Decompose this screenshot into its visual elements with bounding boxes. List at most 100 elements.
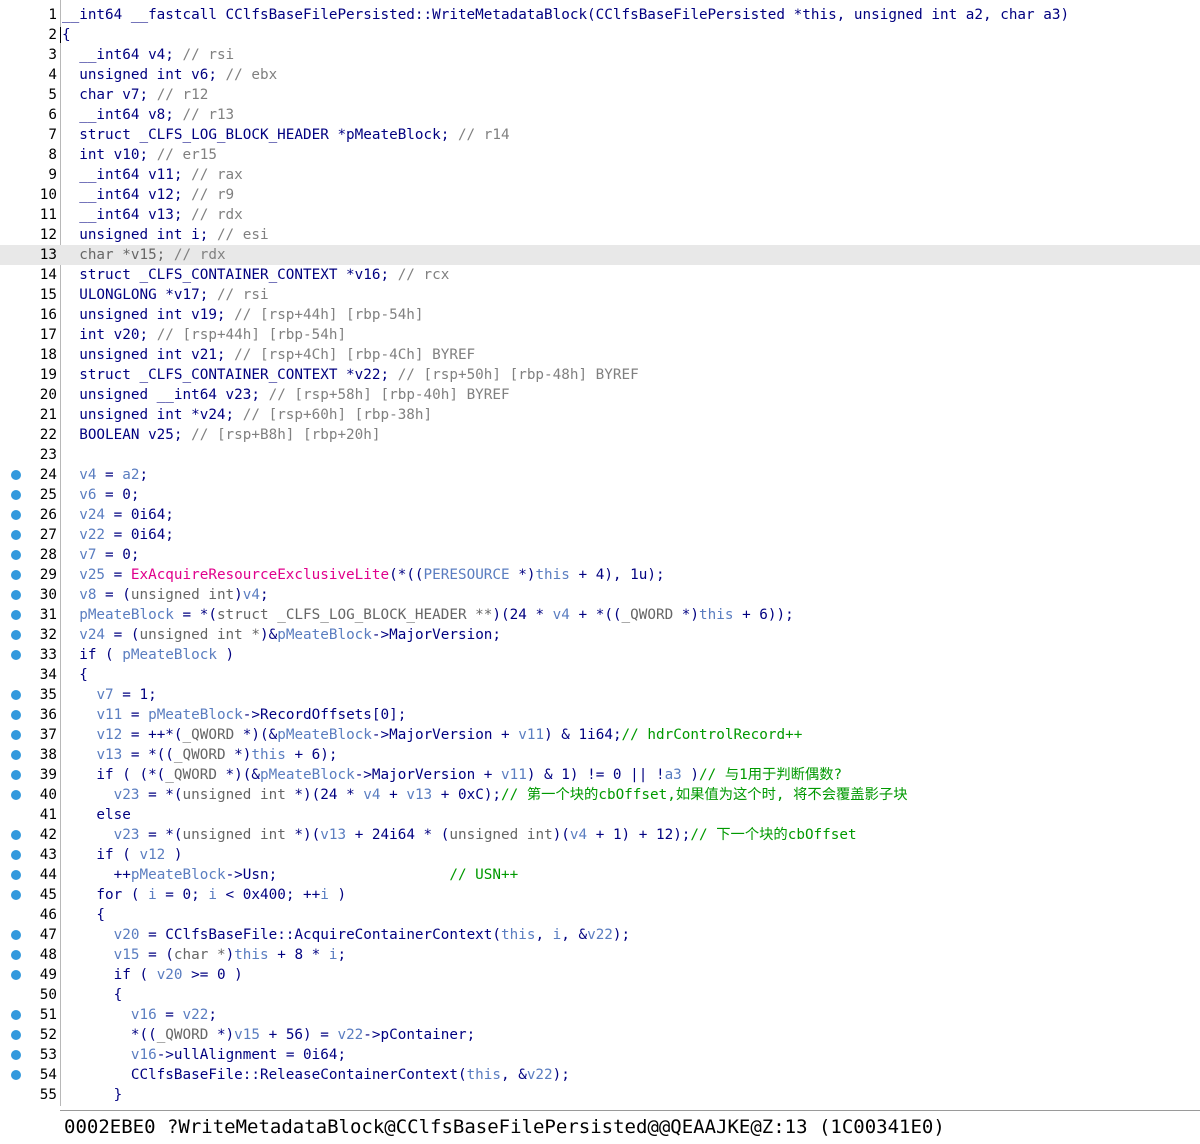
- code-token: struct _CLFS_CONTAINER_CONTEXT *v22;: [62, 367, 398, 383]
- code-token: pMeateBlock: [79, 607, 174, 623]
- code-token: v8: [79, 587, 97, 603]
- code-token: v23: [113, 787, 140, 803]
- code-line[interactable]: 44 ++pMeateBlock->Usn; // USN++: [0, 865, 1200, 885]
- code-line[interactable]: 21 unsigned int *v24; // [rsp+60h] [rbp-…: [0, 405, 1200, 425]
- code-line[interactable]: 25 v6 = 0;: [0, 485, 1200, 505]
- code-line[interactable]: 14 struct _CLFS_CONTAINER_CONTEXT *v16; …: [0, 265, 1200, 285]
- code-line[interactable]: 16 unsigned int v19; // [rsp+44h] [rbp-5…: [0, 305, 1200, 325]
- code-line[interactable]: 12 unsigned int i; // esi: [0, 225, 1200, 245]
- code-line[interactable]: 45 for ( i = 0; i < 0x400; ++i ): [0, 885, 1200, 905]
- code-token: _QWORD: [182, 727, 235, 743]
- code-token: // rdx: [191, 207, 243, 223]
- code-token: ->pContainer;: [363, 1027, 476, 1043]
- code-line[interactable]: 24 v4 = a2;: [0, 465, 1200, 485]
- code-text: if ( (*(_QWORD *)(&pMeateBlock->MajorVer…: [62, 765, 842, 785]
- code-line[interactable]: 26 v24 = 0i64;: [0, 505, 1200, 525]
- code-text: char *v15; // rdx: [62, 245, 225, 265]
- code-line[interactable]: 20 unsigned __int64 v23; // [rsp+58h] [r…: [0, 385, 1200, 405]
- code-line[interactable]: 38 v13 = *((_QWORD *)this + 6);: [0, 745, 1200, 765]
- line-number: 37: [39, 727, 57, 743]
- code-line[interactable]: 41 else: [0, 805, 1200, 825]
- code-line[interactable]: 49 if ( v20 >= 0 ): [0, 965, 1200, 985]
- code-line[interactable]: 28 v7 = 0;: [0, 545, 1200, 565]
- code-line[interactable]: 48 v15 = (char *)this + 8 * i;: [0, 945, 1200, 965]
- code-token: ): [681, 767, 700, 783]
- code-line[interactable]: 40 v23 = *(unsigned int *)(24 * v4 + v13…: [0, 785, 1200, 805]
- code-token: (*((: [389, 567, 424, 583]
- code-token: // r9: [191, 187, 235, 203]
- code-line[interactable]: 11 __int64 v13; // rdx: [0, 205, 1200, 225]
- code-line[interactable]: 22 BOOLEAN v25; // [rsp+B8h] [rbp+20h]: [0, 425, 1200, 445]
- pseudocode-view[interactable]: 1 __int64 __fastcall CClfsBaseFilePersist…: [0, 0, 1200, 1106]
- code-token: i: [552, 927, 562, 943]
- code-line[interactable]: 2{: [0, 25, 1200, 45]
- code-token: struct _CLFS_CONTAINER_CONTEXT *v16;: [62, 267, 398, 283]
- code-line[interactable]: 36 v11 = pMeateBlock->RecordOffsets[0];: [0, 705, 1200, 725]
- line-number: 28: [39, 547, 57, 563]
- code-line[interactable]: 32 v24 = (unsigned int *)&pMeateBlock->M…: [0, 625, 1200, 645]
- code-line[interactable]: 33 if ( pMeateBlock ): [0, 645, 1200, 665]
- code-token: v12: [96, 727, 123, 743]
- code-token: = (: [139, 947, 174, 963]
- code-line[interactable]: 30 v8 = (unsigned int)v4;: [0, 585, 1200, 605]
- code-line[interactable]: 47 v20 = CClfsBaseFile::AcquireContainer…: [0, 925, 1200, 945]
- code-token: char *: [173, 947, 226, 963]
- code-line[interactable]: 18 unsigned int v21; // [rsp+4Ch] [rbp-4…: [0, 345, 1200, 365]
- code-line[interactable]: 5 char v7; // r12: [0, 85, 1200, 105]
- code-token: , &: [501, 1067, 527, 1083]
- code-token: );: [612, 927, 631, 943]
- code-line[interactable]: 29 v25 = ExAcquireResourceExclusiveLite(…: [0, 565, 1200, 585]
- code-line[interactable]: 39 if ( (*(_QWORD *)(&pMeateBlock->Major…: [0, 765, 1200, 785]
- code-line[interactable]: 52 *((_QWORD *)v15 + 56) = v22->pContain…: [0, 1025, 1200, 1045]
- code-token: + *((: [569, 607, 622, 623]
- code-line[interactable]: 50 {: [0, 985, 1200, 1005]
- code-token: unsigned int i;: [62, 227, 217, 243]
- code-token: // [rsp+4Ch] [rbp-4Ch] BYREF: [234, 347, 476, 363]
- code-line[interactable]: 15 ULONGLONG *v17; // rsi: [0, 285, 1200, 305]
- code-line[interactable]: 51 v16 = v22;: [0, 1005, 1200, 1025]
- code-line[interactable]: 35 v7 = 1;: [0, 685, 1200, 705]
- code-line[interactable]: 31 pMeateBlock = *(struct _CLFS_LOG_BLOC…: [0, 605, 1200, 625]
- line-number: 50: [39, 987, 57, 1003]
- code-line[interactable]: 46 {: [0, 905, 1200, 925]
- code-line[interactable]: 7 struct _CLFS_LOG_BLOCK_HEADER *pMeateB…: [0, 125, 1200, 145]
- code-text: unsigned int v19; // [rsp+44h] [rbp-54h]: [62, 305, 423, 325]
- code-text: __int64 v8; // r13: [62, 105, 234, 125]
- code-text: v20 = CClfsBaseFile::AcquireContainerCon…: [62, 925, 630, 945]
- code-token: ->ullAlignment = 0i64;: [156, 1047, 347, 1063]
- code-token: int v10;: [62, 147, 157, 163]
- code-line[interactable]: 34 {: [0, 665, 1200, 685]
- code-token: else: [62, 807, 131, 823]
- code-token: // r13: [182, 107, 235, 123]
- code-line[interactable]: 43 if ( v12 ): [0, 845, 1200, 865]
- code-line[interactable]: 1 __int64 __fastcall CClfsBaseFilePersist…: [0, 5, 1200, 25]
- code-line[interactable]: 19 struct _CLFS_CONTAINER_CONTEXT *v22; …: [0, 365, 1200, 385]
- code-line[interactable]: 37 v12 = ++*(_QWORD *)(&pMeateBlock->Maj…: [0, 725, 1200, 745]
- code-text: __int64 __fastcall CClfsBaseFilePersiste…: [62, 5, 1069, 25]
- code-line[interactable]: 17 int v20; // [rsp+44h] [rbp-54h]: [0, 325, 1200, 345]
- code-line[interactable]: 10 __int64 v12; // r9: [0, 185, 1200, 205]
- code-line[interactable]: 53 v16->ullAlignment = 0i64;: [0, 1045, 1200, 1065]
- code-token: v25: [79, 567, 106, 583]
- code-line[interactable]: 3 __int64 v4; // rsi: [0, 45, 1200, 65]
- code-line[interactable]: 9 __int64 v11; // rax: [0, 165, 1200, 185]
- code-token: + 56) =: [260, 1027, 338, 1043]
- code-line[interactable]: 6 __int64 v8; // r13: [0, 105, 1200, 125]
- code-text: int v10; // er15: [62, 145, 217, 165]
- code-line[interactable]: 55 }: [0, 1085, 1200, 1105]
- code-line[interactable]: 42 v23 = *(unsigned int *)(v13 + 24i64 *…: [0, 825, 1200, 845]
- code-line[interactable]: 27 v22 = 0i64;: [0, 525, 1200, 545]
- code-text: v4 = a2;: [62, 465, 148, 485]
- code-line[interactable]: 54 CClfsBaseFile::ReleaseContainerContex…: [0, 1065, 1200, 1085]
- code-text: __int64 v4; // rsi: [62, 45, 234, 65]
- line-number: 34: [39, 667, 57, 683]
- code-token: pMeateBlock: [122, 647, 217, 663]
- code-line[interactable]: 13 char *v15; // rdx: [0, 245, 1200, 265]
- code-line[interactable]: 4 unsigned int v6; // ebx: [0, 65, 1200, 85]
- code-line[interactable]: 23: [0, 445, 1200, 465]
- code-token: *): [509, 567, 536, 583]
- code-line[interactable]: 8 int v10; // er15: [0, 145, 1200, 165]
- code-token: // rsi: [182, 47, 235, 63]
